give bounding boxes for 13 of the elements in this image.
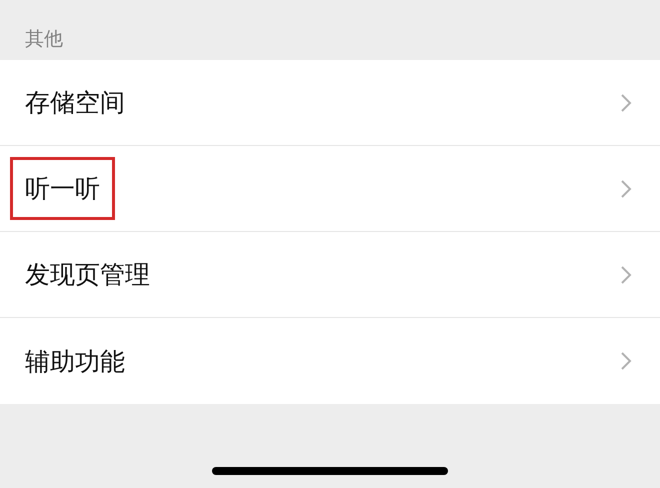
item-label: 辅助功能 <box>24 346 126 378</box>
section-title: 其他 <box>25 28 63 50</box>
chevron-icon <box>620 264 632 284</box>
settings-item[interactable]: 发现页管理 <box>0 232 660 318</box>
chevron-icon <box>620 92 632 112</box>
item-label: 发现页管理 <box>24 259 151 291</box>
chevron-icon <box>620 351 632 371</box>
item-label: 听一听 <box>10 157 115 220</box>
chevron-icon <box>620 178 632 198</box>
settings-item[interactable]: 存储空间 <box>0 60 660 146</box>
item-label: 存储空间 <box>24 87 126 119</box>
settings-item[interactable]: 听一听 <box>0 146 660 232</box>
settings-item[interactable]: 辅助功能 <box>0 318 660 404</box>
